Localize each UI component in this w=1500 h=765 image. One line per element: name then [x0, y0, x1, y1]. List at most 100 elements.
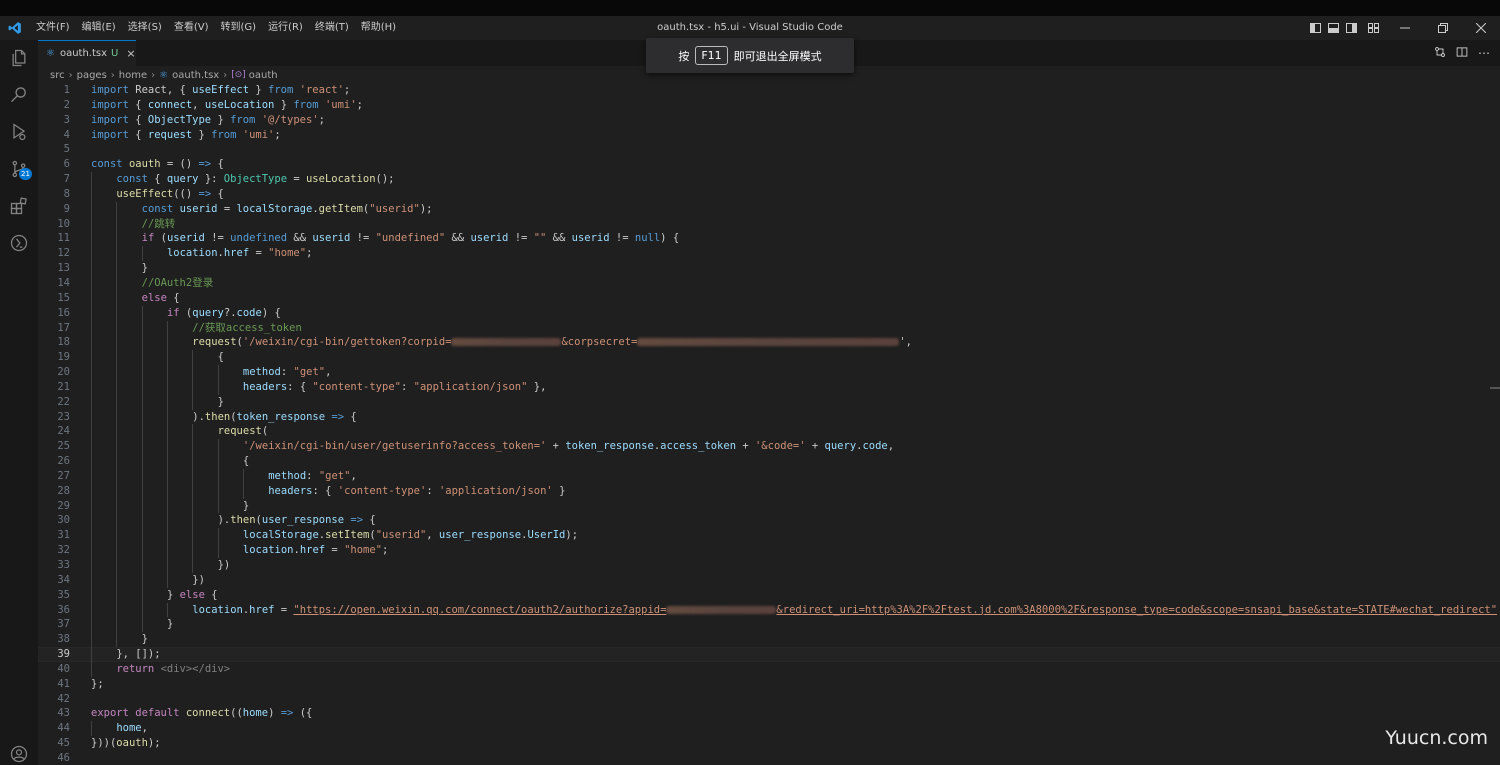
- menu-item[interactable]: 帮助(H): [355, 16, 402, 40]
- code-line[interactable]: 32 location.href = "home";: [38, 543, 1500, 558]
- code-line[interactable]: 7 const { query }: ObjectType = useLocati…: [38, 172, 1500, 187]
- code-line[interactable]: 20 method: "get",: [38, 365, 1500, 380]
- code-line[interactable]: 6 const oauth = () => {: [38, 157, 1500, 172]
- code-line[interactable]: 19 {: [38, 350, 1500, 366]
- remote-icon[interactable]: [0, 225, 38, 261]
- code-line[interactable]: 30).then(user_response => {: [38, 513, 1500, 529]
- more-actions-icon[interactable]: ⋯: [1478, 46, 1490, 60]
- code-line[interactable]: 10 //跳转: [38, 216, 1500, 232]
- code-token: &&: [546, 232, 572, 245]
- code-token: //跳转: [141, 217, 176, 230]
- code-line[interactable]: 29}: [38, 498, 1500, 514]
- code-token: );: [565, 529, 579, 542]
- toggle-panel-icon[interactable]: [1324, 16, 1342, 40]
- menu-item[interactable]: 查看(V): [168, 16, 215, 40]
- menu-item[interactable]: 运行(R): [262, 16, 309, 40]
- code-token: ObjectType: [223, 173, 288, 186]
- code-editor[interactable]: 1 import React, { useEffect } from 'react…: [38, 83, 1500, 765]
- code-line[interactable]: 33}): [38, 558, 1500, 573]
- watermark-text: Yuucn.com: [1385, 727, 1488, 749]
- breadcrumb-pages[interactable]: pages: [77, 70, 107, 81]
- code-line[interactable]: 8 useEffect(() => {: [38, 186, 1500, 202]
- code-line[interactable]: 39}, []);: [38, 647, 1500, 662]
- code-token: = (): [160, 158, 199, 171]
- restore-icon[interactable]: [1424, 16, 1462, 40]
- code-line[interactable]: 22}: [38, 394, 1500, 410]
- close-window-icon[interactable]: [1462, 16, 1500, 40]
- menu-item[interactable]: 选择(S): [122, 16, 168, 40]
- explorer-icon[interactable]: [0, 40, 38, 76]
- code-line[interactable]: 44 home,: [38, 721, 1500, 737]
- menu-item[interactable]: 转到(G): [215, 16, 263, 40]
- breadcrumb-symbol[interactable]: oauth: [249, 70, 278, 81]
- menu-item[interactable]: 终端(T): [309, 16, 355, 40]
- code-line[interactable]: 25 '/weixin/cgi-bin/user/getuserinfo?acce…: [38, 439, 1500, 455]
- code-token: code: [862, 440, 888, 453]
- code-line[interactable]: 27 method: "get",: [38, 468, 1500, 484]
- code-line[interactable]: 3 import { ObjectType } from '@/types';: [38, 113, 1500, 128]
- compare-changes-icon[interactable]: [1434, 46, 1446, 61]
- code-line[interactable]: 42: [38, 692, 1500, 707]
- code-line[interactable]: 14 //OAuth2登录: [38, 275, 1500, 291]
- account-icon[interactable]: [0, 736, 38, 765]
- tab-close-icon[interactable]: ×: [126, 47, 135, 60]
- code-line[interactable]: 26 {: [38, 454, 1500, 469]
- code-line[interactable]: 2 import { connect, useLocation } from 'u…: [38, 98, 1500, 113]
- code-line[interactable]: 15 else {: [38, 290, 1500, 306]
- extensions-icon[interactable]: [0, 188, 38, 224]
- code-line[interactable]: 38}: [38, 632, 1500, 648]
- code-text: export default connect((home) => ({: [91, 706, 312, 721]
- menu-item[interactable]: 文件(F): [30, 16, 76, 40]
- toggle-primary-sidebar-icon[interactable]: [1306, 16, 1324, 40]
- minimize-icon[interactable]: [1386, 16, 1424, 40]
- code-line[interactable]: 13}: [38, 261, 1500, 276]
- line-number: 7: [63, 173, 70, 186]
- code-line[interactable]: 37}: [38, 617, 1500, 633]
- code-line[interactable]: 4 import { request } from 'umi';: [38, 128, 1500, 143]
- code-line[interactable]: 46: [38, 751, 1500, 765]
- run-debug-icon[interactable]: [0, 114, 38, 150]
- code-token: then: [230, 514, 256, 527]
- code-line[interactable]: 40 return <div></div>: [38, 661, 1500, 677]
- indent-guide: [141, 394, 143, 410]
- code-line[interactable]: 21 headers: { "content-type": "applicatio…: [38, 379, 1500, 395]
- code-token: if: [166, 306, 180, 319]
- code-line[interactable]: 12 location.href = "home";: [38, 246, 1500, 262]
- code-line[interactable]: 34}): [38, 572, 1500, 588]
- code-line[interactable]: 23).then(token_response => {: [38, 409, 1500, 425]
- indent-guide: [141, 335, 143, 351]
- indent-guide: [192, 543, 194, 558]
- split-editor-icon[interactable]: [1456, 46, 1468, 61]
- code-line[interactable]: 1 import React, { useEffect } from 'react…: [38, 83, 1500, 98]
- breadcrumb-home[interactable]: home: [119, 70, 147, 81]
- hint-key: F11: [695, 46, 728, 65]
- code-line[interactable]: 18 request('/weixin/cgi-bin/gettoken?corp…: [38, 335, 1500, 351]
- code-line[interactable]: 28 headers: { 'content-type': 'applicatio…: [38, 483, 1500, 499]
- code-line[interactable]: 35} else {: [38, 587, 1500, 603]
- customize-layout-icon[interactable]: [1360, 16, 1386, 40]
- breadcrumb-file[interactable]: oauth.tsx: [172, 70, 219, 81]
- code-line[interactable]: 41};: [38, 677, 1500, 692]
- scrollbar-marker[interactable]: [1490, 387, 1500, 389]
- menu-item[interactable]: 编辑(E): [76, 16, 122, 40]
- code-line[interactable]: 11 if (userid != undefined && userid != "…: [38, 231, 1500, 247]
- line-number: 6: [63, 158, 70, 171]
- tab-oauth-tsx[interactable]: ⚛ oauth.tsx U ×: [38, 40, 136, 66]
- code-line[interactable]: 45}))(oauth);: [38, 736, 1500, 751]
- vscode-logo-icon[interactable]: [0, 16, 30, 40]
- line-number: 1: [63, 84, 70, 96]
- code-text: }: [243, 499, 249, 514]
- code-line[interactable]: 31 localStorage.setItem("userid", user_re…: [38, 528, 1500, 544]
- code-line[interactable]: 24 request(: [38, 424, 1500, 440]
- search-icon[interactable]: [0, 77, 38, 113]
- source-control-icon[interactable]: 21: [0, 151, 38, 187]
- indent-guide: [91, 186, 92, 202]
- breadcrumb-src[interactable]: src: [50, 70, 65, 81]
- code-line[interactable]: 16 if (query?.code) {: [38, 305, 1500, 321]
- code-line[interactable]: 5: [38, 142, 1500, 157]
- code-line[interactable]: 36 location.href = "https://open.weixin.q…: [38, 602, 1500, 618]
- code-line[interactable]: 17 //获取access_token: [38, 320, 1500, 336]
- code-line[interactable]: 9 const userid = localStorage.getItem("us…: [38, 201, 1500, 217]
- code-line[interactable]: 43 export default connect((home) => ({: [38, 706, 1500, 721]
- toggle-secondary-sidebar-icon[interactable]: [1342, 16, 1360, 40]
